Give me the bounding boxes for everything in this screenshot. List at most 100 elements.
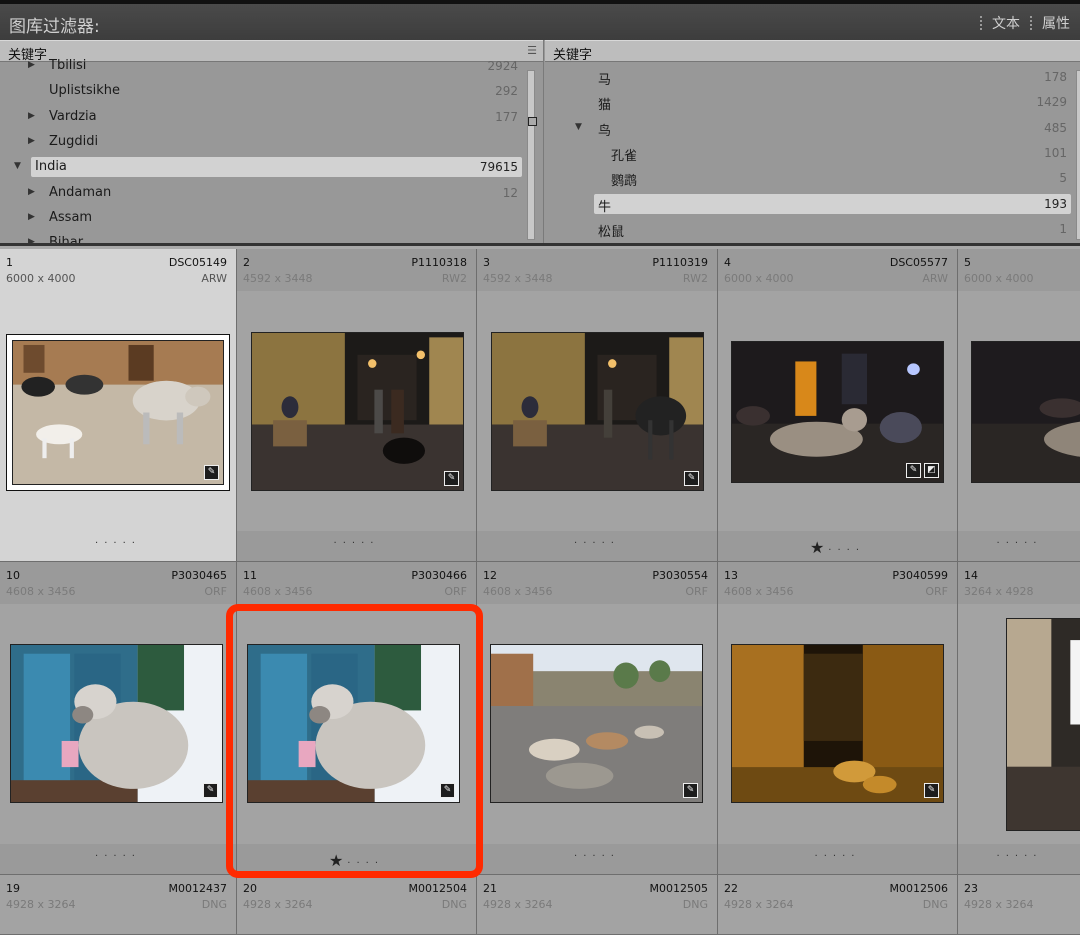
- collapse-triangle-icon[interactable]: ▶: [28, 111, 35, 121]
- rating-dot[interactable]: ·: [856, 545, 865, 556]
- photo-thumbnail[interactable]: [731, 644, 944, 803]
- keyword-row[interactable]: 马 178: [594, 67, 1071, 88]
- keyword-row[interactable]: 牛 193: [594, 193, 1071, 215]
- photo-thumbnail[interactable]: [247, 644, 460, 803]
- column-header[interactable]: 关键字: [545, 40, 1080, 63]
- rating-dot[interactable]: ·: [611, 538, 620, 549]
- photo-cell[interactable]: 1 DSC05149 6000 x 4000 ARW ✎ ·····: [0, 249, 237, 562]
- scrollbar[interactable]: [1076, 70, 1080, 240]
- keyword-row[interactable]: 孔雀 101: [607, 143, 1071, 164]
- rating-dot[interactable]: ·: [997, 538, 1006, 549]
- keyword-row[interactable]: ▼ India 79615: [14, 157, 522, 178]
- rating-dot[interactable]: ·: [815, 851, 824, 862]
- rating-dot[interactable]: ·: [1006, 851, 1015, 862]
- rating-dot[interactable]: ·: [123, 538, 132, 549]
- adjust-badge-icon[interactable]: ◩: [924, 463, 939, 478]
- star-rating[interactable]: ★····: [718, 538, 957, 557]
- edit-badge-icon[interactable]: ✎: [683, 783, 698, 798]
- keyword-row[interactable]: ▶ Andaman 12: [28, 183, 522, 203]
- edit-badge-icon[interactable]: ✎: [906, 463, 921, 478]
- keyword-row[interactable]: ▼ 鸟 485: [575, 118, 1071, 139]
- photo-cell[interactable]: 23 4928 x 3264: [958, 875, 1080, 935]
- tab-attribute[interactable]: 属性: [1042, 13, 1070, 33]
- photo-cell[interactable]: 13 P3040599 4608 x 3456 ORF ✎ ·····: [718, 562, 958, 875]
- keyword-row[interactable]: ▶ Zugdidi: [28, 132, 522, 152]
- rating-dot[interactable]: ·: [1033, 538, 1042, 549]
- collapse-triangle-icon[interactable]: ▶: [28, 60, 35, 70]
- rating-dot[interactable]: ·: [132, 538, 141, 549]
- rating-dot[interactable]: ·: [592, 851, 601, 862]
- photo-cell[interactable]: 2 P1110318 4592 x 3448 RW2 ✎ ·····: [237, 249, 477, 562]
- keyword-row[interactable]: 松鼠 1: [594, 219, 1071, 240]
- rating-dot[interactable]: ·: [356, 858, 365, 869]
- photo-thumbnail[interactable]: [1006, 618, 1080, 831]
- photo-cell[interactable]: 10 P3030465 4608 x 3456 ORF ✎ ·····: [0, 562, 237, 875]
- star-rating[interactable]: ★····: [237, 851, 476, 870]
- photo-cell[interactable]: 5 6000 x 4000 ·····: [958, 249, 1080, 562]
- star-rating[interactable]: ·····: [958, 538, 1080, 549]
- expand-triangle-icon[interactable]: ▼: [14, 161, 21, 171]
- rating-dot[interactable]: ·: [837, 545, 846, 556]
- rating-dot[interactable]: ·: [611, 851, 620, 862]
- rating-dot[interactable]: ·: [1024, 538, 1033, 549]
- edit-badge-icon[interactable]: ✎: [924, 783, 939, 798]
- photo-cell[interactable]: 14 3264 x 4928 ·····: [958, 562, 1080, 875]
- collapse-triangle-icon[interactable]: ▶: [28, 212, 35, 222]
- photo-thumbnail[interactable]: [251, 332, 464, 491]
- star-icon[interactable]: ★: [329, 851, 347, 870]
- edit-badge-icon[interactable]: ✎: [444, 471, 459, 486]
- rating-dot[interactable]: ·: [824, 851, 833, 862]
- rating-dot[interactable]: ·: [343, 538, 352, 549]
- photo-cell[interactable]: 19 M0012437 4928 x 3264 DNG: [0, 875, 237, 935]
- photo-cell[interactable]: 20 M0012504 4928 x 3264 DNG: [237, 875, 477, 935]
- keyword-row[interactable]: 鹦鹉 5: [607, 168, 1071, 189]
- star-rating[interactable]: ·····: [477, 851, 717, 862]
- rating-dot[interactable]: ·: [1015, 851, 1024, 862]
- scrollbar[interactable]: [527, 70, 535, 240]
- keyword-row[interactable]: ▶ Assam: [28, 208, 522, 228]
- rating-dot[interactable]: ·: [95, 851, 104, 862]
- keyword-row[interactable]: ▶ Vardzia 177: [28, 107, 522, 127]
- rating-dot[interactable]: ·: [334, 538, 343, 549]
- rating-dot[interactable]: ·: [113, 538, 122, 549]
- photo-cell[interactable]: 11 P3030466 4608 x 3456 ORF ✎ ★····: [237, 562, 477, 875]
- scroll-thumb[interactable]: [528, 117, 537, 126]
- expand-triangle-icon[interactable]: ▼: [575, 122, 582, 132]
- rating-dot[interactable]: ·: [375, 858, 384, 869]
- photo-thumbnail[interactable]: [491, 332, 704, 491]
- rating-dot[interactable]: ·: [997, 851, 1006, 862]
- rating-dot[interactable]: ·: [1015, 538, 1024, 549]
- photo-cell[interactable]: 21 M0012505 4928 x 3264 DNG: [477, 875, 718, 935]
- rating-dot[interactable]: ·: [370, 538, 379, 549]
- star-icon[interactable]: ★: [810, 538, 828, 557]
- rating-dot[interactable]: ·: [1006, 538, 1015, 549]
- photo-thumbnail[interactable]: [731, 341, 944, 483]
- rating-dot[interactable]: ·: [851, 851, 860, 862]
- rating-dot[interactable]: ·: [602, 851, 611, 862]
- rating-dot[interactable]: ·: [95, 538, 104, 549]
- edit-badge-icon[interactable]: ✎: [440, 783, 455, 798]
- rating-dot[interactable]: ·: [847, 545, 856, 556]
- star-rating[interactable]: ·····: [477, 538, 717, 549]
- rating-dot[interactable]: ·: [833, 851, 842, 862]
- photo-thumbnail[interactable]: [12, 340, 224, 485]
- rating-dot[interactable]: ·: [592, 538, 601, 549]
- photo-cell[interactable]: 22 M0012506 4928 x 3264 DNG: [718, 875, 958, 935]
- collapse-triangle-icon[interactable]: ▶: [28, 136, 35, 146]
- rating-dot[interactable]: ·: [1033, 851, 1042, 862]
- rating-dot[interactable]: ·: [113, 851, 122, 862]
- photo-cell[interactable]: 4 DSC05577 6000 x 4000 ARW ✎ ◩ ★····: [718, 249, 958, 562]
- rating-dot[interactable]: ·: [842, 851, 851, 862]
- star-rating[interactable]: ·····: [0, 538, 236, 549]
- star-rating[interactable]: ·····: [958, 851, 1080, 862]
- keyword-row[interactable]: 猫 1429: [594, 92, 1071, 113]
- star-rating[interactable]: ·····: [718, 851, 957, 862]
- star-rating[interactable]: ·····: [0, 851, 236, 862]
- rating-dot[interactable]: ·: [132, 851, 141, 862]
- keyword-row[interactable]: ▶ Tbilisi 2924: [28, 56, 522, 76]
- keyword-row[interactable]: Uplistsikhe 292: [45, 81, 522, 101]
- tab-text[interactable]: 文本: [992, 13, 1020, 33]
- rating-dot[interactable]: ·: [574, 851, 583, 862]
- column-menu-icon[interactable]: ☰: [527, 44, 537, 57]
- rating-dot[interactable]: ·: [1024, 851, 1033, 862]
